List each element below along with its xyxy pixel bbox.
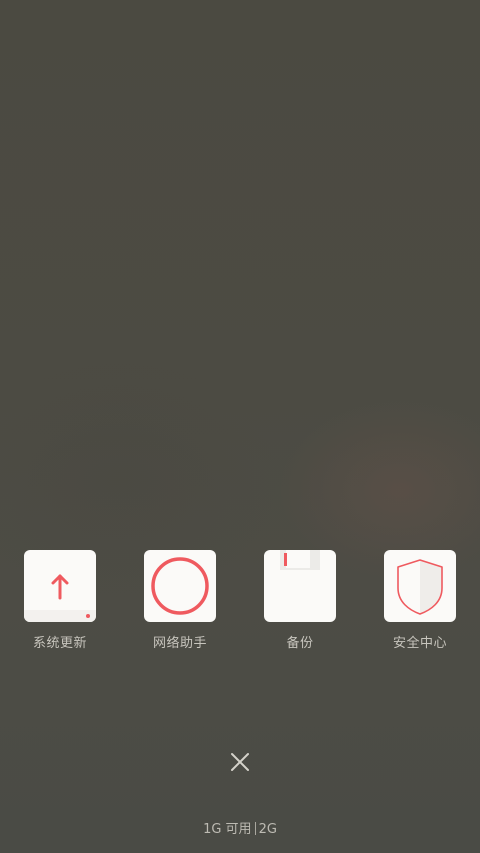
memory-total: 2G [258,822,277,837]
backup-tile [264,550,336,622]
arrow-up-icon [24,574,96,622]
app-backup[interactable]: 备份 [240,550,360,660]
memory-status: 1G 可用 2G [0,818,480,837]
shield-icon [397,559,443,615]
app-label: 网络助手 [152,636,207,651]
app-label: 系统更新 [32,636,87,651]
close-icon [231,753,249,771]
security-center-tile [384,550,456,622]
app-system-update[interactable]: 系统更新 [0,550,120,660]
circle-ring-icon [151,557,209,615]
app-network-assistant[interactable]: 网络助手 [120,550,240,660]
blurred-wallpaper [0,0,480,853]
app-label: 安全中心 [392,636,447,651]
memory-available: 1G 可用 [203,822,252,837]
app-security-center[interactable]: 安全中心 [360,550,480,660]
recent-apps-shortcuts: 系统更新 网络助手 备份 安全中心 [0,550,480,660]
floppy-disk-icon [280,550,320,570]
system-update-tile [24,550,96,622]
network-assistant-tile [144,550,216,622]
app-label: 备份 [286,636,314,651]
close-all-button[interactable] [224,746,256,778]
memory-divider [254,822,256,835]
